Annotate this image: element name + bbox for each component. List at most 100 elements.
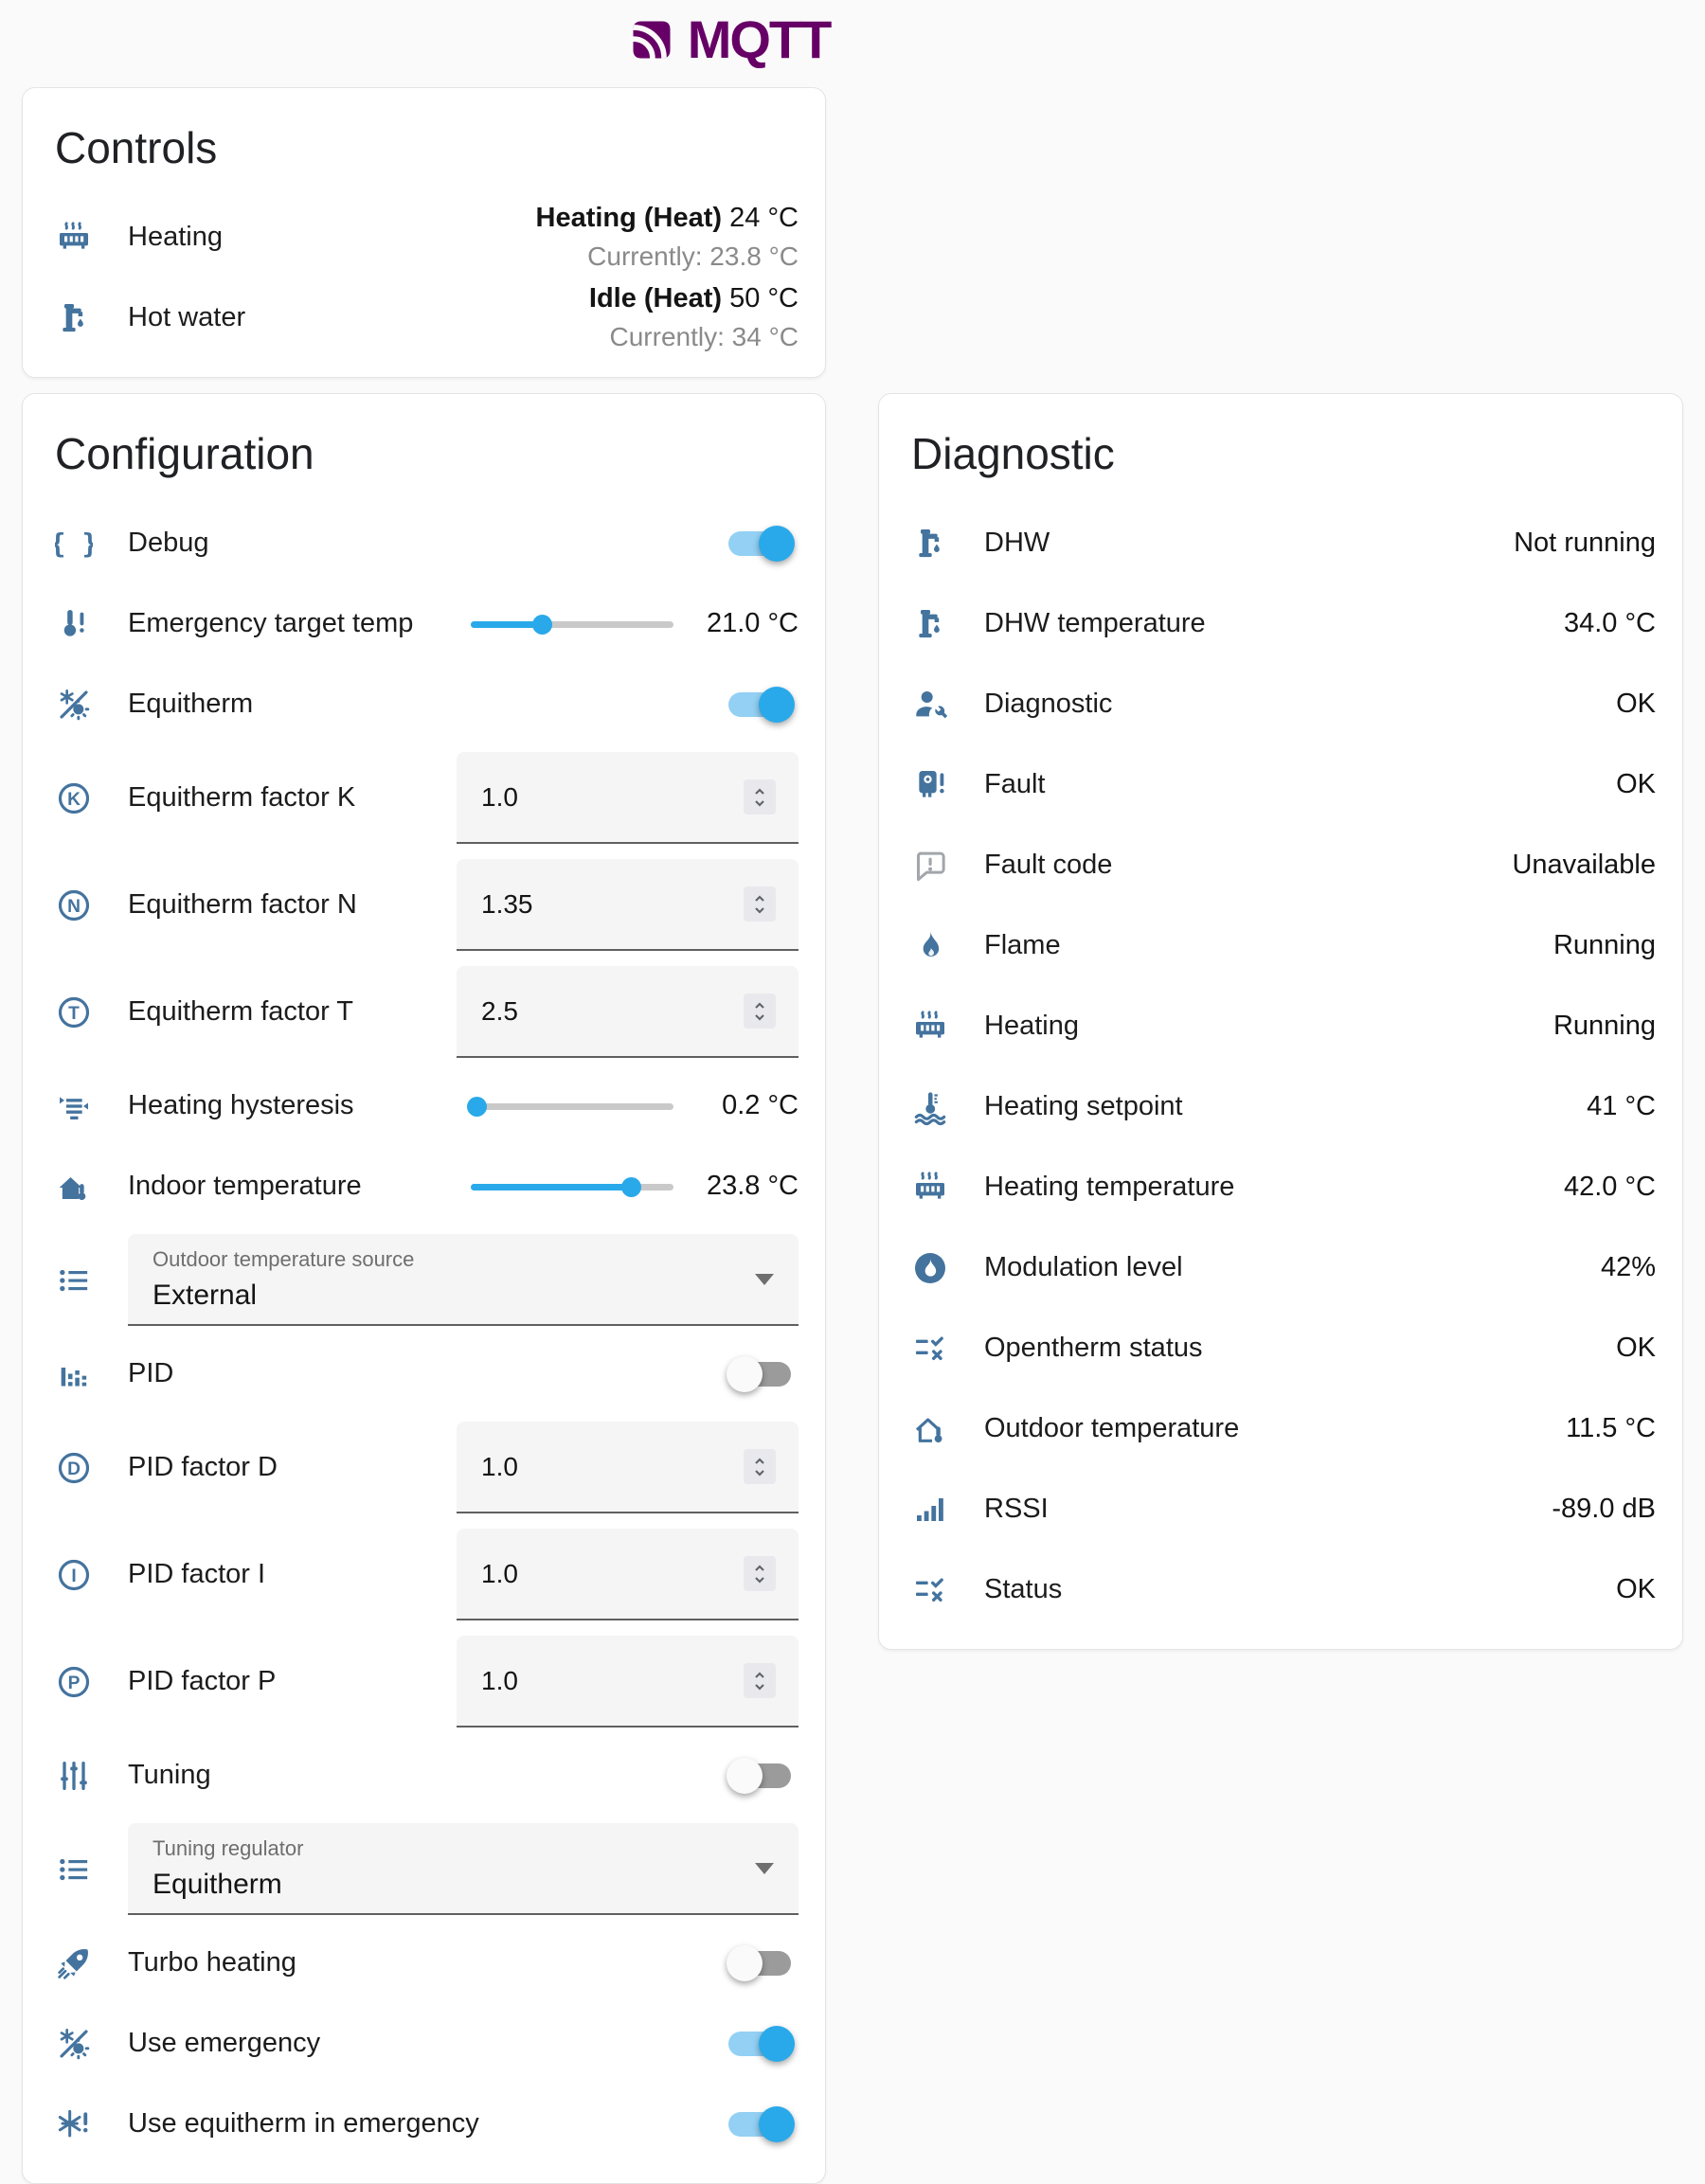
rocket-launch-icon — [55, 1944, 93, 1982]
number-input-equitherm-factor-n[interactable] — [481, 889, 744, 920]
number-stepper[interactable] — [744, 886, 776, 922]
number-input-equitherm-factor-k[interactable] — [481, 782, 744, 813]
toggle-pid[interactable] — [728, 1355, 795, 1393]
control-state-line: Idle (Heat) 50 °C — [589, 278, 799, 318]
number-input-equitherm-factor-t[interactable] — [481, 996, 744, 1027]
select-label: Tuning regulator — [153, 1835, 742, 1863]
toggle-use-emergency[interactable] — [728, 2025, 795, 2063]
toggle-thumb[interactable] — [759, 687, 795, 723]
diagnostic-row-dhw[interactable]: DHWNot running — [906, 503, 1656, 583]
svg-text:{ }: { } — [55, 528, 93, 559]
control-row-heating[interactable]: HeatingHeating (Heat) 24 °CCurrently: 23… — [49, 197, 799, 277]
mqtt-logo-icon — [627, 15, 676, 64]
config-row-heating-hysteresis: Heating hysteresis 0.2 °C — [49, 1065, 799, 1146]
diagnostic-row-rssi[interactable]: RSSI-89.0 dB — [906, 1469, 1656, 1549]
slider-value: 0.2 °C — [700, 1088, 799, 1124]
toggle-thumb[interactable] — [759, 2106, 795, 2142]
config-row-pid-factor-p: PPID factor P — [49, 1628, 799, 1735]
slider-heating-hysteresis[interactable] — [471, 1087, 673, 1125]
select-outdoor-temperature-source[interactable]: Outdoor temperature sourceExternal — [128, 1234, 799, 1326]
diagnostic-row-fault-code[interactable]: Fault codeUnavailable — [906, 825, 1656, 905]
control-state-line: Heating (Heat) 24 °C — [536, 198, 799, 238]
slider-emergency-target-temp[interactable] — [471, 605, 673, 643]
diagnostic-row-modulation-level[interactable]: Modulation level42% — [906, 1227, 1656, 1308]
control-row-hot-water[interactable]: Hot waterIdle (Heat) 50 °CCurrently: 34 … — [49, 277, 799, 358]
toggle-thumb[interactable] — [727, 1945, 763, 1981]
config-row-turbo-heating: Turbo heating — [49, 1923, 799, 2003]
slider-track[interactable] — [471, 1103, 673, 1110]
diagnostic-row-status[interactable]: StatusOK — [906, 1549, 1656, 1630]
config-row-equitherm-factor-k: KEquitherm factor K — [49, 744, 799, 851]
water-boiler-alert-icon — [911, 766, 949, 804]
home-thermometer-icon — [55, 1168, 93, 1206]
toggle-tuning[interactable] — [728, 1757, 795, 1795]
control-state-value: 24 °C — [729, 203, 799, 233]
configuration-card-title: Configuration — [55, 428, 799, 480]
config-row-pid-factor-d: DPID factor D — [49, 1414, 799, 1521]
config-label: Emergency target temp — [128, 608, 471, 639]
slider-thumb[interactable] — [532, 615, 552, 635]
config-label: Heating hysteresis — [128, 1090, 471, 1121]
diagnostic-row-heating-setpoint[interactable]: Heating setpoint41 °C — [906, 1066, 1656, 1147]
diagnostic-row-dhw-temperature[interactable]: DHW temperature34.0 °C — [906, 583, 1656, 664]
config-row-tuning-regulator: Tuning regulatorEquitherm — [49, 1816, 799, 1923]
diagnostic-row-flame[interactable]: FlameRunning — [906, 905, 1656, 986]
number-stepper[interactable] — [744, 779, 776, 815]
select-tuning-regulator[interactable]: Tuning regulatorEquitherm — [128, 1823, 799, 1915]
list-bulleted-icon — [55, 1851, 93, 1889]
chart-histogram-icon — [55, 1355, 93, 1393]
toggle-thumb[interactable] — [759, 526, 795, 562]
diagnostic-value: OK — [1616, 689, 1656, 720]
controls-rows: HeatingHeating (Heat) 24 °CCurrently: 23… — [49, 197, 799, 358]
diagnostic-row-diagnostic[interactable]: DiagnosticOK — [906, 664, 1656, 744]
config-row-indoor-temperature: Indoor temperature23.8 °C — [49, 1146, 799, 1226]
toggle-debug[interactable] — [728, 525, 795, 563]
number-input-pid-factor-p[interactable] — [481, 1666, 744, 1696]
control-state-current: Currently: 23.8 °C — [536, 238, 799, 277]
sun-snowflake-icon — [55, 2025, 93, 2063]
list-status-icon — [911, 1571, 949, 1609]
config-row-outdoor-temperature-source: Outdoor temperature sourceExternal — [49, 1226, 799, 1334]
toggle-thumb[interactable] — [727, 1758, 763, 1794]
slider-value: 21.0 °C — [700, 606, 799, 642]
home-thermometer-outline-icon — [911, 1410, 949, 1448]
alpha-k-circle-icon: K — [55, 779, 93, 817]
config-row-equitherm: Equitherm — [49, 664, 799, 744]
diagnostic-row-fault[interactable]: FaultOK — [906, 744, 1656, 825]
toggle-thumb[interactable] — [727, 1356, 763, 1392]
radiator-icon — [911, 1008, 949, 1046]
number-stepper[interactable] — [744, 994, 776, 1029]
number-stepper[interactable] — [744, 1556, 776, 1591]
diagnostic-row-heating[interactable]: HeatingRunning — [906, 986, 1656, 1066]
toggle-thumb[interactable] — [759, 2026, 795, 2062]
diagnostic-value: OK — [1616, 1574, 1656, 1605]
mqtt-logo: MQTT — [627, 13, 831, 66]
toggle-use-equitherm-in-emergency[interactable] — [728, 2105, 795, 2143]
alpha-t-circle-icon: T — [55, 994, 93, 1031]
slider-indoor-temperature[interactable] — [471, 1168, 673, 1206]
radiator-icon — [911, 1169, 949, 1207]
number-stepper[interactable] — [744, 1663, 776, 1698]
diagnostic-row-opentherm-status[interactable]: Opentherm statusOK — [906, 1308, 1656, 1388]
config-row-debug: { }Debug — [49, 503, 799, 583]
toggle-equitherm[interactable] — [728, 686, 795, 724]
number-box-pid-factor-i — [457, 1529, 799, 1620]
control-label: Hot water — [128, 302, 589, 333]
config-row-use-emergency: Use emergency — [49, 2003, 799, 2084]
slider-thumb[interactable] — [467, 1097, 487, 1117]
diagnostic-label: Heating setpoint — [984, 1091, 1587, 1122]
number-stepper[interactable] — [744, 1449, 776, 1484]
config-row-equitherm-factor-t: TEquitherm factor T — [49, 958, 799, 1065]
toggle-turbo-heating[interactable] — [728, 1944, 795, 1982]
comment-alert-icon — [911, 847, 949, 885]
page: MQTT Controls HeatingHeating (Heat) 24 °… — [0, 0, 1705, 2184]
diagnostic-row-outdoor-temperature[interactable]: Outdoor temperature11.5 °C — [906, 1388, 1656, 1469]
number-input-pid-factor-i[interactable] — [481, 1559, 744, 1589]
configuration-rows: { }Debug Emergency target temp 21.0 °C Equi… — [49, 503, 799, 2164]
diagnostic-row-heating-temperature[interactable]: Heating temperature42.0 °C — [906, 1147, 1656, 1227]
number-input-pid-factor-d[interactable] — [481, 1452, 744, 1482]
config-label: PID factor D — [128, 1452, 457, 1483]
slider-thumb[interactable] — [621, 1177, 641, 1197]
diagnostic-label: Flame — [984, 930, 1553, 961]
snowflake-alert-icon — [55, 2105, 93, 2143]
